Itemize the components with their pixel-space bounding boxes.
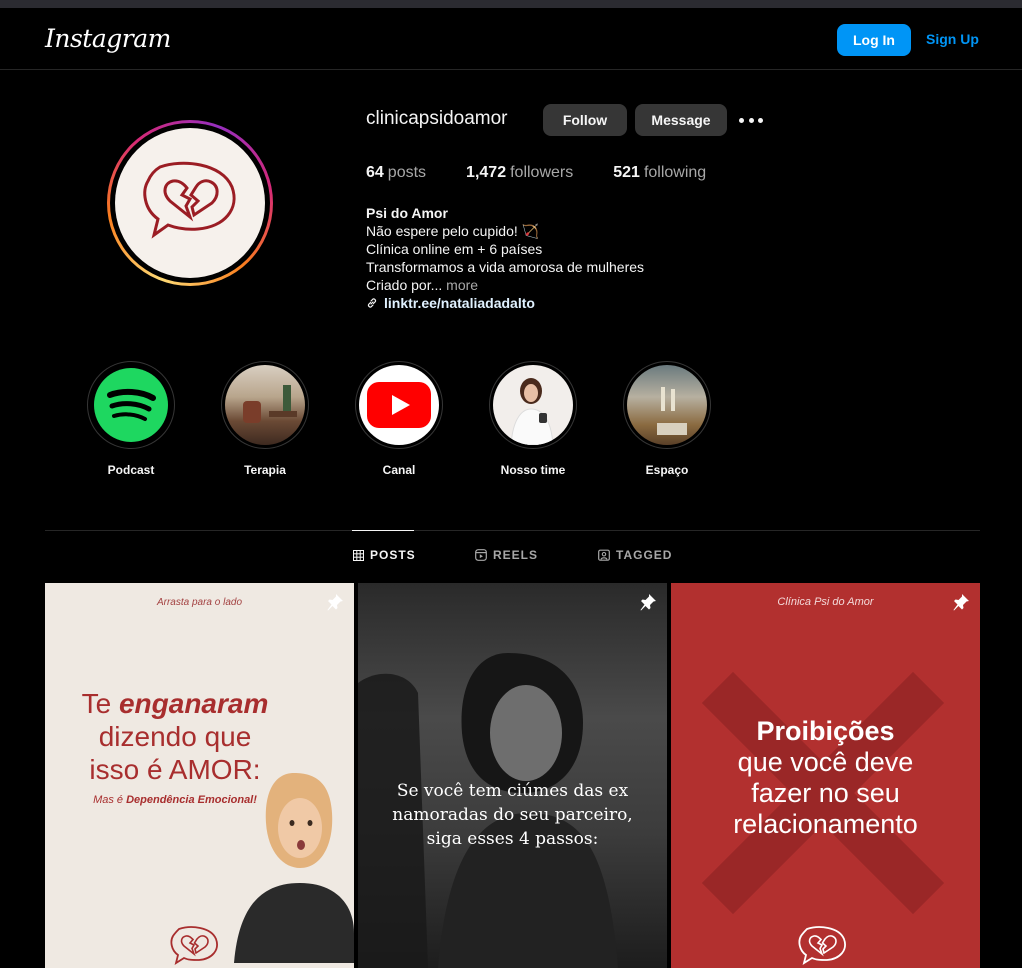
tab-posts[interactable]: POSTS [353,548,416,562]
office-photo-thumbnail [225,365,305,445]
post-overline: Arrasta para o lado [156,597,243,608]
bio-name: Psi do Amor [366,205,448,221]
profile-bio: Psi do Amor Não espere pelo cupido! 🏹 Cl… [366,204,644,312]
post-subheadline: Mas é Dependência Emocional! [93,794,257,806]
room-photo-thumbnail [627,365,707,445]
follow-button[interactable]: Follow [543,104,627,136]
more-options-icon[interactable] [739,110,763,130]
following-stat[interactable]: 521 following [613,164,706,182]
post-headline: Proibições que você deve fazer no seu re… [733,716,918,839]
grid-icon [353,549,364,561]
post-headline: Te enganaram dizendo que isso é AMOR: [81,688,269,785]
active-tab-indicator [352,530,414,531]
broken-heart-logo-icon [115,128,265,278]
post-tile[interactable]: Clínica Psi do Amor Proibições que você … [671,583,980,968]
tagged-user-icon [598,549,610,561]
bio-line: Não espere pelo cupido! 🏹 [366,223,540,239]
tabs-divider [45,530,980,531]
profile-avatar[interactable] [107,120,273,286]
highlight-nosso-time[interactable]: Nosso time [489,361,577,477]
bio-line: Transformamos a vida amorosa de mulheres [366,259,645,275]
highlight-espaco[interactable]: Espaço [623,361,711,477]
bio-line-truncated: Criado por... more [366,277,479,293]
spotify-icon [91,365,171,445]
posts-stat: 64 posts [366,164,427,181]
login-button[interactable]: Log In [837,24,911,56]
bio-line: Clínica online em + 6 países [366,241,543,257]
bio-link[interactable]: linktr.ee/nataliadadalto [366,294,644,312]
broken-heart-logo-icon [170,926,218,965]
highlight-terapia[interactable]: Terapia [221,361,309,477]
pin-icon [327,594,343,611]
signup-link[interactable]: Sign Up [926,31,979,47]
instagram-logo[interactable]: Instagram [45,24,171,53]
highlight-podcast[interactable]: Podcast [87,361,175,477]
story-highlights: Podcast Terapia Canal Nosso time Espaço [87,361,711,477]
youtube-icon [359,365,439,445]
post-tile[interactable]: Arrasta para o lado Te enganaram dizendo… [45,583,354,968]
top-header: Instagram Log In Sign Up [0,8,1022,70]
reels-icon [475,549,487,561]
person-photo-thumbnail [493,365,573,445]
profile-username: clinicapsidoamor [366,108,508,129]
post-tile[interactable]: Se você tem ciúmes das ex namoradas do s… [358,583,667,968]
link-icon [367,298,377,308]
broken-heart-logo-icon [798,926,846,965]
browser-top-strip [0,0,1022,8]
posts-grid: Arrasta para o lado Te enganaram dizendo… [45,583,980,968]
followers-stat[interactable]: 1,472 followers [466,164,573,182]
bio-more-link[interactable]: more [446,277,478,293]
couple-photo-illustration [358,653,618,968]
tab-reels[interactable]: REELS [475,548,538,562]
profile-stats: 64 posts 1,472 followers 521 following [366,164,746,182]
tab-tagged[interactable]: TAGGED [598,548,672,562]
message-button[interactable]: Message [635,104,727,136]
highlight-canal[interactable]: Canal [355,361,443,477]
post-caption-overlay: Se você tem ciúmes das ex namoradas do s… [392,781,633,849]
